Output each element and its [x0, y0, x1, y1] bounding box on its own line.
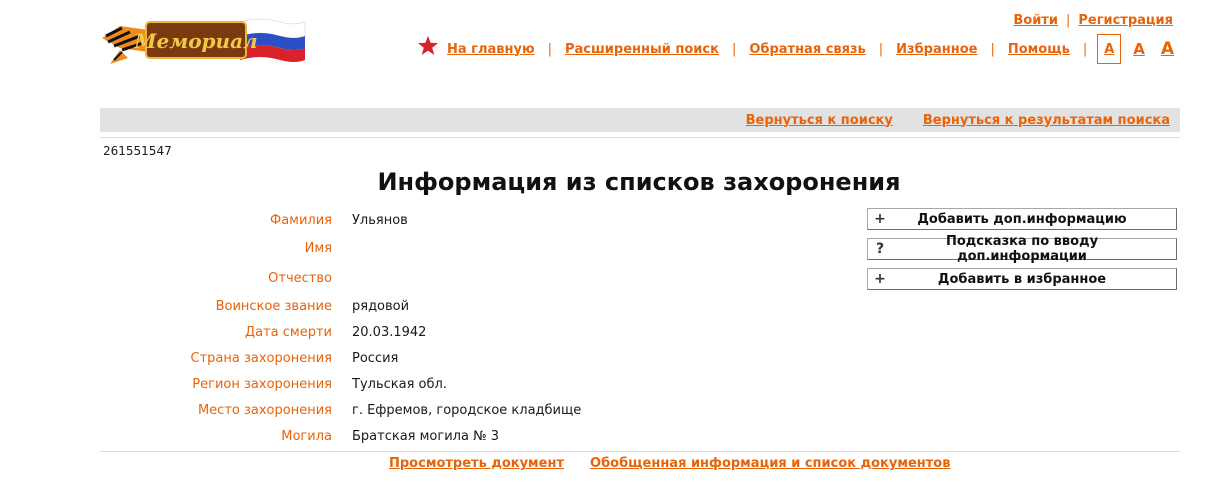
font-size-small-button[interactable]: A [1097, 34, 1122, 64]
field-label: Страна захоронения [190, 350, 332, 366]
field-value: г. Ефремов, городское кладбище [352, 402, 582, 418]
field-value: Братская могила № 3 [352, 428, 499, 444]
field-row-grave: Могила Братская могила № 3 [100, 423, 860, 449]
field-row-rank: Воинское звание рядовой [100, 293, 860, 319]
field-value: 20.03.1942 [352, 324, 427, 340]
nav-separator: | [878, 41, 884, 57]
nav-separator: | [547, 41, 552, 57]
divider [100, 451, 1180, 452]
input-hint-label: Подсказка по вводу доп.информации [945, 234, 1099, 264]
input-hint-button[interactable]: ? Подсказка по вводу доп.информации [867, 234, 1177, 264]
field-row-surname: Фамилия Ульянов [100, 207, 860, 233]
back-to-results-link[interactable]: Вернуться к результатам поиска [923, 113, 1170, 128]
field-value: Тульская обл. [352, 376, 447, 392]
field-label: Воинское звание [215, 298, 332, 314]
nav-advanced-search[interactable]: Расширенный поиск [565, 42, 719, 57]
field-label: Место захоронения [197, 402, 332, 418]
add-info-label: Добавить доп.информацию [917, 211, 1127, 227]
font-size-medium-button[interactable]: A [1133, 40, 1145, 58]
field-label: Дата смерти [244, 324, 332, 340]
auth-separator: | [1065, 13, 1071, 28]
font-size-large-button[interactable]: A [1161, 39, 1174, 59]
field-label: Отчество [268, 270, 332, 286]
plus-icon: + [874, 271, 886, 287]
field-label: Регион захоронения [192, 376, 332, 392]
add-to-favorites-label: Добавить в избранное [937, 271, 1107, 287]
field-row-name: Имя [100, 233, 860, 263]
auth-links: Войти | Регистрация [1013, 13, 1173, 28]
login-link[interactable]: Войти [1013, 13, 1058, 28]
bottom-links: Просмотреть документ Обобщенная информац… [389, 456, 950, 471]
nav-separator: | [731, 41, 737, 57]
divider [100, 137, 1180, 138]
page-title-wrap: Информация из списков захоронения [0, 168, 1222, 196]
record-id: 261551547 [103, 144, 172, 158]
field-value: Ульянов [352, 212, 408, 228]
add-info-button[interactable]: + Добавить доп.информацию [867, 208, 1177, 230]
page-title: Информация из списков захоронения [377, 168, 901, 196]
record-fields: Фамилия Ульянов Имя Отчество Воинское зв… [100, 207, 860, 449]
memorial-logo[interactable]: Мемориал [100, 8, 306, 68]
field-label: Имя [304, 240, 332, 256]
action-buttons: + Добавить доп.информацию ? Подсказка по… [867, 208, 1177, 298]
view-document-link[interactable]: Просмотреть документ [389, 456, 564, 471]
nav-favorites[interactable]: Избранное [896, 42, 977, 57]
add-to-favorites-button[interactable]: + Добавить в избранное [867, 268, 1177, 290]
field-value: Россия [352, 350, 399, 366]
field-label: Могила [281, 428, 332, 444]
nav-feedback[interactable]: Обратная связь [749, 42, 865, 57]
nav-separator: | [1082, 41, 1088, 57]
field-label: Фамилия [270, 212, 332, 228]
field-row-burial-place: Место захоронения г. Ефремов, городское … [100, 397, 860, 423]
question-icon: ? [875, 241, 885, 257]
back-to-search-link[interactable]: Вернуться к поиску [746, 113, 893, 128]
summary-link[interactable]: Обобщенная информация и список документо… [590, 456, 950, 471]
plus-icon: + [874, 211, 886, 227]
nav-home[interactable]: На главную [447, 42, 535, 57]
field-row-patronymic: Отчество [100, 263, 860, 293]
nav-separator: | [990, 41, 995, 57]
main-nav: На главную | Расширенный поиск | Обратна… [417, 34, 1174, 64]
back-bar: Вернуться к поиску Вернуться к результат… [100, 108, 1180, 132]
field-row-country: Страна захоронения Россия [100, 345, 860, 371]
nav-help[interactable]: Помощь [1008, 42, 1070, 57]
field-value: рядовой [352, 298, 410, 314]
register-link[interactable]: Регистрация [1078, 13, 1173, 28]
field-row-death-date: Дата смерти 20.03.1942 [100, 319, 860, 345]
svg-text:Мемориал: Мемориал [133, 29, 257, 53]
field-row-region: Регион захоронения Тульская обл. [100, 371, 860, 397]
star-icon [417, 35, 439, 55]
